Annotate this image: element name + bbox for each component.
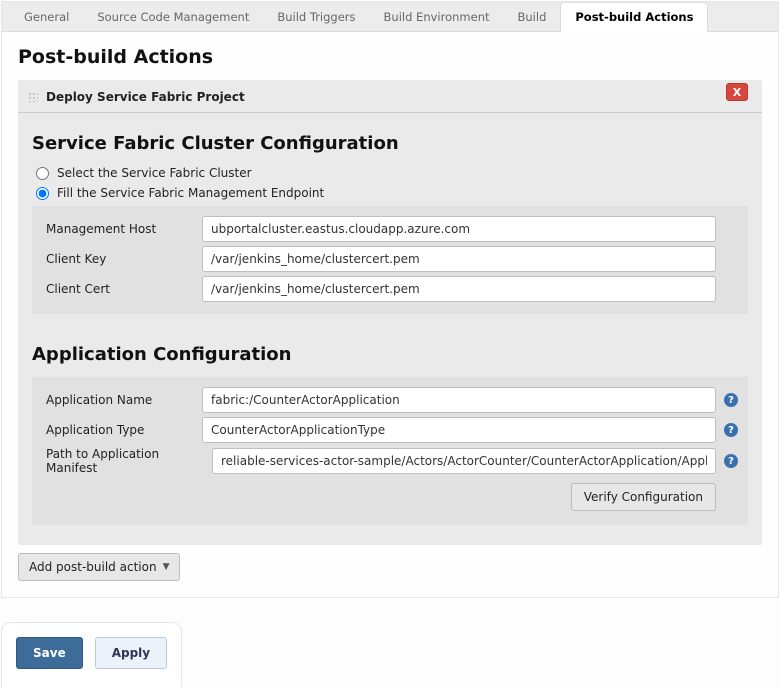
radio-fill-endpoint[interactable]: Fill the Service Fabric Management Endpo… xyxy=(36,186,748,200)
add-action-row: Add post-build action ▼ xyxy=(18,553,762,581)
label-application-name: Application Name xyxy=(42,393,202,407)
tab-bar: General Source Code Management Build Tri… xyxy=(2,2,778,32)
field-app-manifest-path: Path to Application Manifest ? xyxy=(42,447,738,475)
tab-scm[interactable]: Source Code Management xyxy=(83,2,263,31)
chevron-down-icon: ▼ xyxy=(163,562,170,572)
input-application-name[interactable] xyxy=(202,387,716,413)
content-area: Post-build Actions X Deploy Service Fabr… xyxy=(2,32,778,597)
footer-bar: Save Apply xyxy=(1,622,182,687)
label-client-cert: Client Cert xyxy=(42,282,202,296)
label-application-type: Application Type xyxy=(42,423,202,437)
radio-select-cluster-input[interactable] xyxy=(36,167,49,180)
help-icon[interactable]: ? xyxy=(724,393,738,407)
tab-build-triggers[interactable]: Build Triggers xyxy=(263,2,369,31)
radio-fill-endpoint-label: Fill the Service Fabric Management Endpo… xyxy=(57,186,324,200)
tab-build-environment[interactable]: Build Environment xyxy=(370,2,504,31)
radio-fill-endpoint-input[interactable] xyxy=(36,187,49,200)
input-management-host[interactable] xyxy=(202,216,716,242)
app-fields: Application Name ? Application Type ? Pa… xyxy=(32,377,748,525)
close-icon[interactable]: X xyxy=(726,83,748,101)
verify-row: Verify Configuration xyxy=(42,479,738,517)
input-app-manifest-path[interactable] xyxy=(212,448,716,474)
input-client-cert[interactable] xyxy=(202,276,716,302)
app-config-heading: Application Configuration xyxy=(32,344,748,365)
label-app-manifest-path: Path to Application Manifest xyxy=(42,447,212,475)
help-icon[interactable]: ? xyxy=(724,454,738,468)
label-management-host: Management Host xyxy=(42,222,202,236)
radio-select-cluster-label: Select the Service Fabric Cluster xyxy=(57,166,252,180)
help-icon[interactable]: ? xyxy=(724,423,738,437)
add-post-build-action-button[interactable]: Add post-build action ▼ xyxy=(18,553,180,581)
field-client-key: Client Key xyxy=(42,246,738,272)
page-title: Post-build Actions xyxy=(18,46,762,68)
input-client-key[interactable] xyxy=(202,246,716,272)
verify-configuration-button[interactable]: Verify Configuration xyxy=(571,483,716,511)
apply-button[interactable]: Apply xyxy=(95,637,167,669)
deploy-sf-section: X Deploy Service Fabric Project Service … xyxy=(18,80,762,545)
radio-select-cluster[interactable]: Select the Service Fabric Cluster xyxy=(36,166,748,180)
add-post-build-action-label: Add post-build action xyxy=(29,560,157,574)
field-application-type: Application Type ? xyxy=(42,417,738,443)
field-client-cert: Client Cert xyxy=(42,276,738,302)
tab-post-build-actions[interactable]: Post-build Actions xyxy=(560,2,708,32)
tab-general[interactable]: General xyxy=(10,2,83,31)
cluster-fields: Management Host Client Key Client Cert xyxy=(32,206,748,314)
save-button[interactable]: Save xyxy=(16,637,83,669)
label-client-key: Client Key xyxy=(42,252,202,266)
field-management-host: Management Host xyxy=(42,216,738,242)
drag-handle-icon[interactable] xyxy=(28,92,38,102)
config-panel: General Source Code Management Build Tri… xyxy=(1,1,779,598)
input-application-type[interactable] xyxy=(202,417,716,443)
tab-build[interactable]: Build xyxy=(504,2,561,31)
field-application-name: Application Name ? xyxy=(42,387,738,413)
cluster-config-heading: Service Fabric Cluster Configuration xyxy=(32,133,748,154)
section-title: Deploy Service Fabric Project xyxy=(18,80,762,113)
